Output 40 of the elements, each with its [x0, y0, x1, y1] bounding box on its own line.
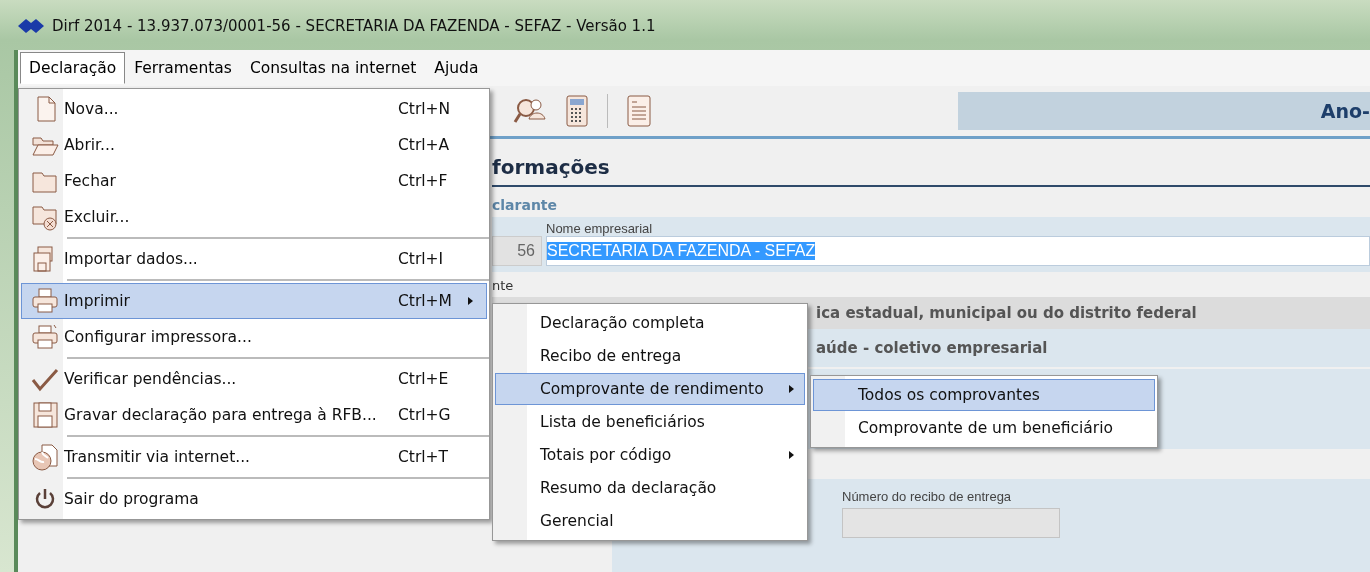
menubar-item[interactable]: Ferramentas	[125, 52, 241, 84]
menu-item[interactable]: Comprovante de um beneficiário	[813, 412, 1155, 444]
field-value: aúde - coletivo empresarial	[816, 339, 1048, 357]
menu-item[interactable]: Declaração completa	[495, 307, 805, 339]
input-field[interactable]	[842, 508, 1060, 538]
menu-item[interactable]: Importar dados... Ctrl+I	[21, 241, 487, 277]
menu-item[interactable]: Excluir...	[21, 199, 487, 235]
menu-item[interactable]: Abrir... Ctrl+A	[21, 127, 487, 163]
banner-heading: Ano-	[958, 92, 1370, 130]
printer-icon	[30, 286, 60, 316]
menu-item[interactable]: Imprimir Ctrl+M	[21, 283, 487, 319]
input-field[interactable]: 56	[492, 236, 542, 266]
field-label: nte	[492, 277, 515, 293]
menu-item[interactable]: Gerencial	[495, 505, 805, 537]
menu-item[interactable]: Fechar Ctrl+F	[21, 163, 487, 199]
section-heading: formações	[492, 139, 1370, 187]
field-label: Nome empresarial	[546, 221, 654, 236]
calculator-icon[interactable]	[565, 95, 589, 127]
menubar-item[interactable]: Declaração	[20, 52, 126, 84]
field-label: Número do recibo de entrega	[842, 489, 1013, 504]
menu-item[interactable]: Todos os comprovantes	[813, 379, 1155, 411]
menubar-item[interactable]: Ajuda	[425, 52, 488, 84]
subsection-heading: clarante	[492, 196, 559, 215]
menu-item[interactable]: Totais por código	[495, 439, 805, 471]
menu-item[interactable]: Nova... Ctrl+N	[21, 91, 487, 127]
menu-item[interactable]: Gravar declaração para entrega à RFB... Ctrl+G	[21, 397, 487, 433]
window-title: Dirf 2014 - 13.937.073/0001-56 - SECRETARIA DA FAZENDA - SEFAZ - Versão 1.1	[52, 17, 656, 35]
menu-item[interactable]: Sair do programa	[21, 481, 487, 517]
menu-item[interactable]: Verificar pendências... Ctrl+E	[21, 361, 487, 397]
globe-document-icon	[30, 442, 60, 472]
menu-item[interactable]: Resumo da declaração	[495, 472, 805, 504]
menu-item[interactable]: Transmitir via internet... Ctrl+T	[21, 439, 487, 475]
menu-item[interactable]: Recibo de entrega	[495, 340, 805, 372]
app-logo-icon	[18, 18, 44, 34]
menu-item[interactable]: Lista de beneficiários	[495, 406, 805, 438]
menu-item[interactable]: Configurar impressora...	[21, 319, 487, 355]
field-value: ica estadual, municipal ou do distrito federal	[816, 304, 1197, 322]
printer-settings-icon	[30, 322, 60, 352]
menubar-item[interactable]: Consultas na internet	[240, 52, 426, 84]
menu-item[interactable]: Comprovante de rendimento	[495, 373, 805, 405]
